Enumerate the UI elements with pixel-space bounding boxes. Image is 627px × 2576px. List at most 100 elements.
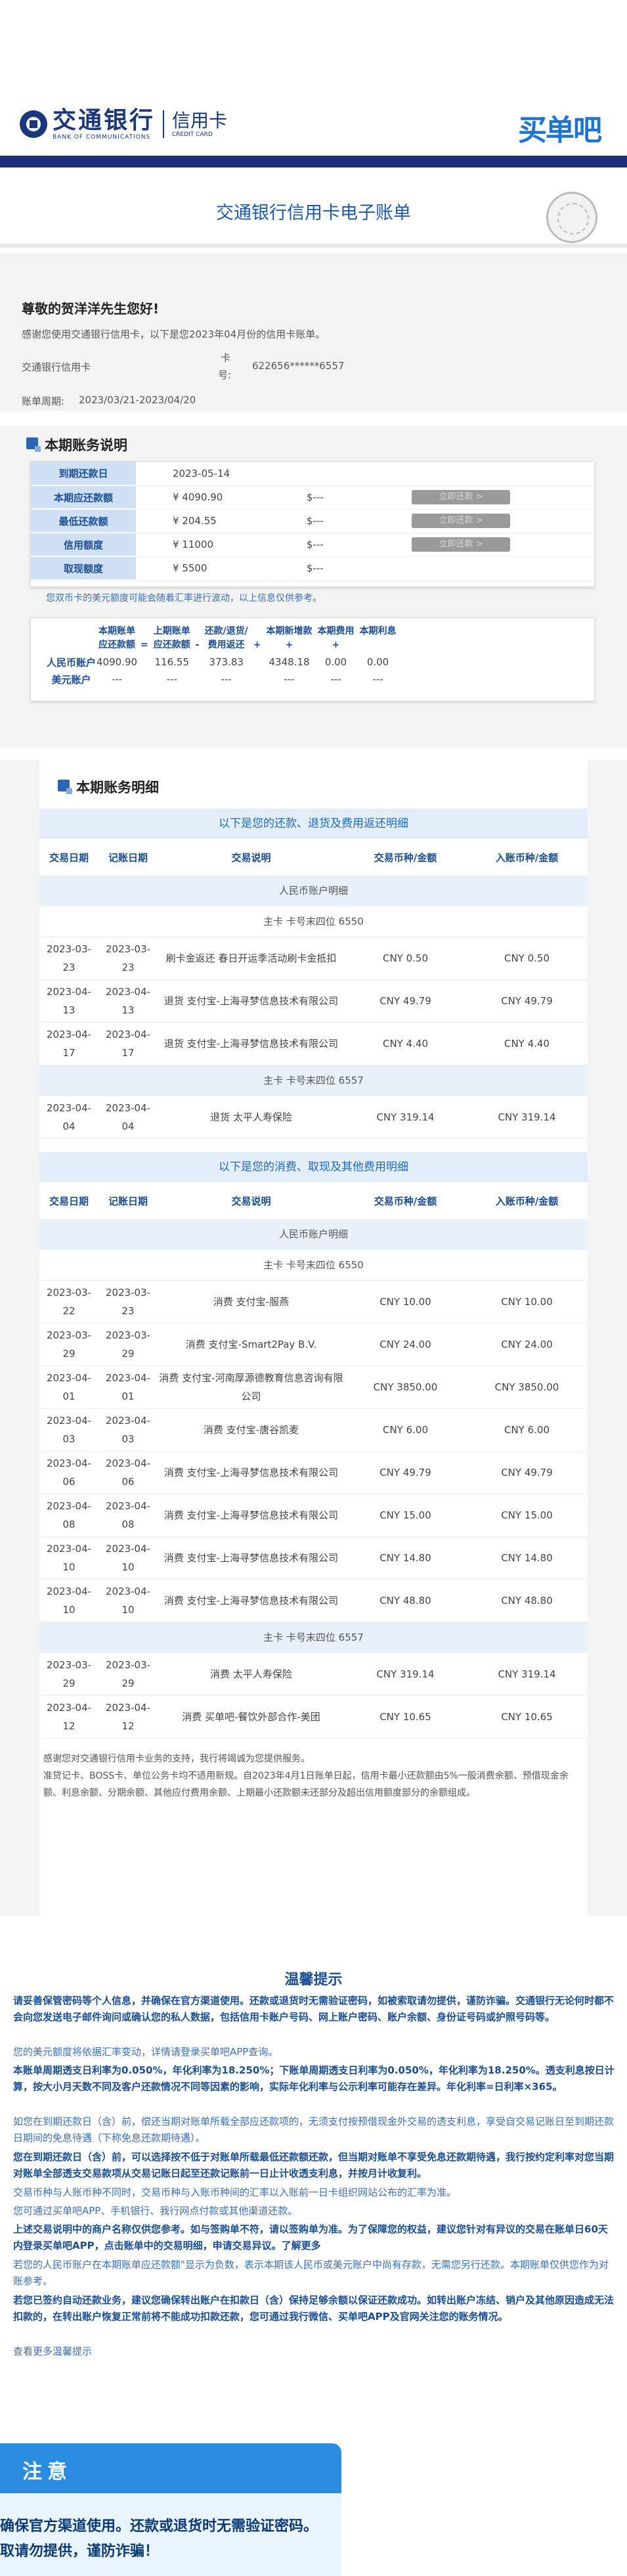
cell-d2: 2023-04-10 [98, 1536, 158, 1580]
cell-d2: 2023-04-01 [98, 1366, 158, 1409]
h-previous: 上期账单 [153, 626, 190, 636]
tips-section: 温馨提示 请妥善保管密码等个人信息，并确保在官方渠道使用。还款或退货时无需验证密… [0, 1964, 627, 2417]
rmb-value: ¥ 5500 [136, 556, 274, 581]
pay-now-button[interactable]: 立即还款 > [412, 514, 510, 528]
cell-d1: 2023-04-13 [39, 979, 98, 1023]
summary-row-label: 本期应还款额 [31, 485, 136, 510]
detail-section: 本期账务明细 以下是您的还款、退货及费用返还明细 交易日期 记账日期 交易说明 … [0, 760, 627, 1916]
cell-desc: 消费 支付宝-Smart2Pay B.V. [158, 1323, 345, 1366]
cell-desc: 消费 支付宝-上海寻梦信息技术有限公司 [158, 1536, 345, 1580]
section-icon [26, 437, 41, 452]
usd-note: 您双币卡的美元额度可能会随着汇率进行波动，以上信息仅供参考。 [46, 593, 322, 604]
group-row: 主卡 卡号末四位 6550 [39, 906, 588, 937]
rmb-account-label: 人民币账户 [47, 656, 97, 669]
pay-now-button[interactable]: 立即还款 > [412, 490, 510, 504]
cell-post: CNY 14.80 [466, 1536, 588, 1580]
table-header: 交易日期 记账日期 交易说明 交易币种/金额 入账币种/金额 [49, 1195, 559, 1207]
repay-banner: 以下是您的还款、退货及费用返还明细 [39, 809, 588, 839]
usd-value: $--- [274, 556, 412, 581]
page-title: 交通银行信用卡电子账单 [216, 203, 411, 223]
cell-desc: 消费 支付宝-唐谷凯麦 [158, 1408, 345, 1452]
usd-account-label: 美元账户 [51, 673, 91, 686]
summary-row-label: 到期还款日 [31, 462, 136, 486]
cell-amt: CNY 15.00 [345, 1494, 466, 1537]
cell-d1: 2023-04-03 [39, 1408, 98, 1452]
maidanba-logo[interactable]: 买单吧 [518, 106, 602, 148]
tip-line: 交易币种与人账币种不同时，交易币种与入账币种间的汇率以入账前一日卡组织网站公布的… [13, 2187, 457, 2198]
due-date-value: 2023-05-14 [136, 462, 274, 486]
rmb-value: ¥ 204.55 [136, 509, 274, 533]
summary-row-label: 信用额度 [31, 533, 136, 557]
detail-box: 本期账务明细 以下是您的还款、退货及费用返还明细 交易日期 记账日期 交易说明 … [39, 760, 588, 1916]
tip-line: 上述交易说明中的商户名称仅供您参考。如与签购单不符，请以签购单为准。为了保障您的… [13, 2223, 608, 2252]
cell-desc: 消费 支付宝-服燕 [158, 1280, 345, 1323]
cell-d2: 2023-04-13 [98, 979, 158, 1023]
summary-section: 本期账务说明 到期还款日 2023-05-14 本期应还款额 ¥ 4090.90… [0, 426, 627, 747]
cell-post: CNY 49.79 [466, 979, 588, 1023]
logo-english: BANK OF COMMUNICATIONS [53, 134, 151, 141]
pay-now-button[interactable]: 立即还款 > [412, 537, 510, 552]
repay-table: 交易日期 记账日期 交易说明 交易币种/金额 入账币种/金额 人民币账户明细 主… [39, 839, 588, 1139]
cell-amt: CNY 319.14 [345, 1096, 466, 1139]
cell-d2: 2023-03-23 [98, 937, 158, 980]
cell-desc: 退货 支付宝-上海寻梦信息技术有限公司 [158, 979, 345, 1023]
period-label: 账单周期: [22, 395, 65, 407]
cell-post: CNY 10.00 [466, 1280, 588, 1323]
bocom-logo: 交通银行 BANK OF COMMUNICATIONS 信用卡 CREDIT C… [20, 108, 227, 141]
table-row: 2023-04-12 2023-04-12 消费 买单吧-餐饮外部合作-美团 CNY … [39, 1695, 588, 1739]
cell-amt: CNY 0.50 [345, 937, 466, 980]
tip-line: 本账单周期透支日利率为0.050%，年化利率为18.250%；下账单周期透支日利… [13, 2064, 615, 2093]
summary-row-label: 最低还款额 [31, 509, 136, 533]
notice-title: 注意 [22, 2460, 72, 2483]
cell-post: CNY 6.00 [466, 1408, 588, 1452]
spend-table: 交易日期 记账日期 交易说明 交易币种/金额 入账币种/金额 人民币账户明细 主… [39, 1182, 588, 1739]
table-row: 2023-04-01 2023-04-01 消费 支付宝-河南厚源德教育信息咨询有限… [39, 1366, 588, 1409]
h-fee: 本期费用 [317, 626, 355, 636]
tip-line: 若您已签约自动还款业务，建议您确保转出账户在扣款日（含）保持足够余额以保证还款成… [13, 2294, 615, 2322]
cell-d2: 2023-04-12 [98, 1695, 158, 1739]
usd-value: $--- [274, 533, 412, 557]
cell-d2: 2023-04-10 [98, 1579, 158, 1622]
card-label: 交通银行信用卡 [22, 361, 91, 373]
logo-chinese: 交通银行 [53, 107, 156, 134]
cell-d1: 2023-04-01 [39, 1366, 98, 1409]
notice-header: 注意 [0, 2443, 341, 2493]
cell-desc: 刷卡金返还 春日开运季活动刷卡金抵扣 [158, 937, 345, 980]
cell-amt: CNY 14.80 [345, 1536, 466, 1580]
greeting-section: 尊敬的贺洋洋先生您好! 感谢您使用交通银行信用卡，以下是您2023年04月份的信… [0, 254, 627, 411]
cell-d2: 2023-04-06 [98, 1451, 158, 1494]
cell-desc: 消费 支付宝-上海寻梦信息技术有限公司 [158, 1451, 345, 1494]
cell-amt: CNY 3850.00 [345, 1366, 466, 1409]
cell-post: CNY 3850.00 [466, 1366, 588, 1409]
cell-d2: 2023-03-29 [98, 1653, 158, 1696]
tip-line: 请妥善保管密码等个人信息，并确保在官方渠道使用。还款或退货时无需验证密码，如被索… [13, 1995, 615, 2023]
more-tips-link[interactable]: 查看更多温馨提示 [13, 2343, 617, 2360]
cell-amt: CNY 49.79 [345, 979, 466, 1023]
cell-amt: CNY 48.80 [345, 1579, 466, 1622]
cell-post: CNY 0.50 [466, 937, 588, 980]
table-row: 2023-04-10 2023-04-10 消费 支付宝-上海寻梦信息技术有限公司 C… [39, 1536, 588, 1580]
cell-d2: 2023-04-04 [98, 1096, 158, 1139]
tip-line: 您可通过买单吧APP、手机银行、我行网点付款或其他渠道还款。 [13, 2205, 298, 2217]
tip-line: 您在到期还款日（含）前，可以选择按不低于对账单所载最低还款额还款，但当期对账单不… [13, 2151, 615, 2179]
cell-amt: CNY 10.00 [345, 1280, 466, 1323]
summary-title: 本期账务说明 [45, 437, 127, 453]
seal-icon [546, 192, 597, 243]
cell-d1: 2023-03-23 [39, 937, 98, 980]
cell-desc: 退货 支付宝-上海寻梦信息技术有限公司 [158, 1022, 345, 1065]
summary-row-label: 取现额度 [31, 556, 136, 581]
footer-rule: 准贷记卡、BOSS卡、单位公务卡均不适用新规。自2023年4月1日账单日起，信用… [43, 1771, 569, 1798]
table-row: 2023-04-08 2023-04-08 消费 支付宝-上海寻梦信息技术有限公司 C… [39, 1494, 588, 1537]
usd-value: $--- [274, 509, 412, 533]
cell-amt: CNY 10.65 [345, 1695, 466, 1739]
header: 交通银行 BANK OF COMMUNICATIONS 信用卡 CREDIT C… [0, 99, 627, 167]
summary-row: 到期还款日 2023-05-14 [31, 462, 594, 486]
cell-desc: 消费 支付宝-上海寻梦信息技术有限公司 [158, 1494, 345, 1537]
table-row: 2023-04-17 2023-04-17 退货 支付宝-上海寻梦信息技术有限公司 C… [39, 1022, 588, 1065]
tip-line: 如您在到期还款日（含）前，偿还当期对账单所载全部应还款项的，无须支付按预借现金外… [13, 2116, 615, 2144]
cell-post: CNY 48.80 [466, 1579, 588, 1622]
table-header: 交易日期 记账日期 交易说明 交易币种/金额 入账币种/金额 [49, 851, 559, 864]
summary-row: 本期应还款额 ¥ 4090.90 $--- 立即还款 > [31, 485, 594, 510]
cell-post: CNY 49.79 [466, 1451, 588, 1494]
h-repay: 还款/退货/ [204, 626, 248, 636]
